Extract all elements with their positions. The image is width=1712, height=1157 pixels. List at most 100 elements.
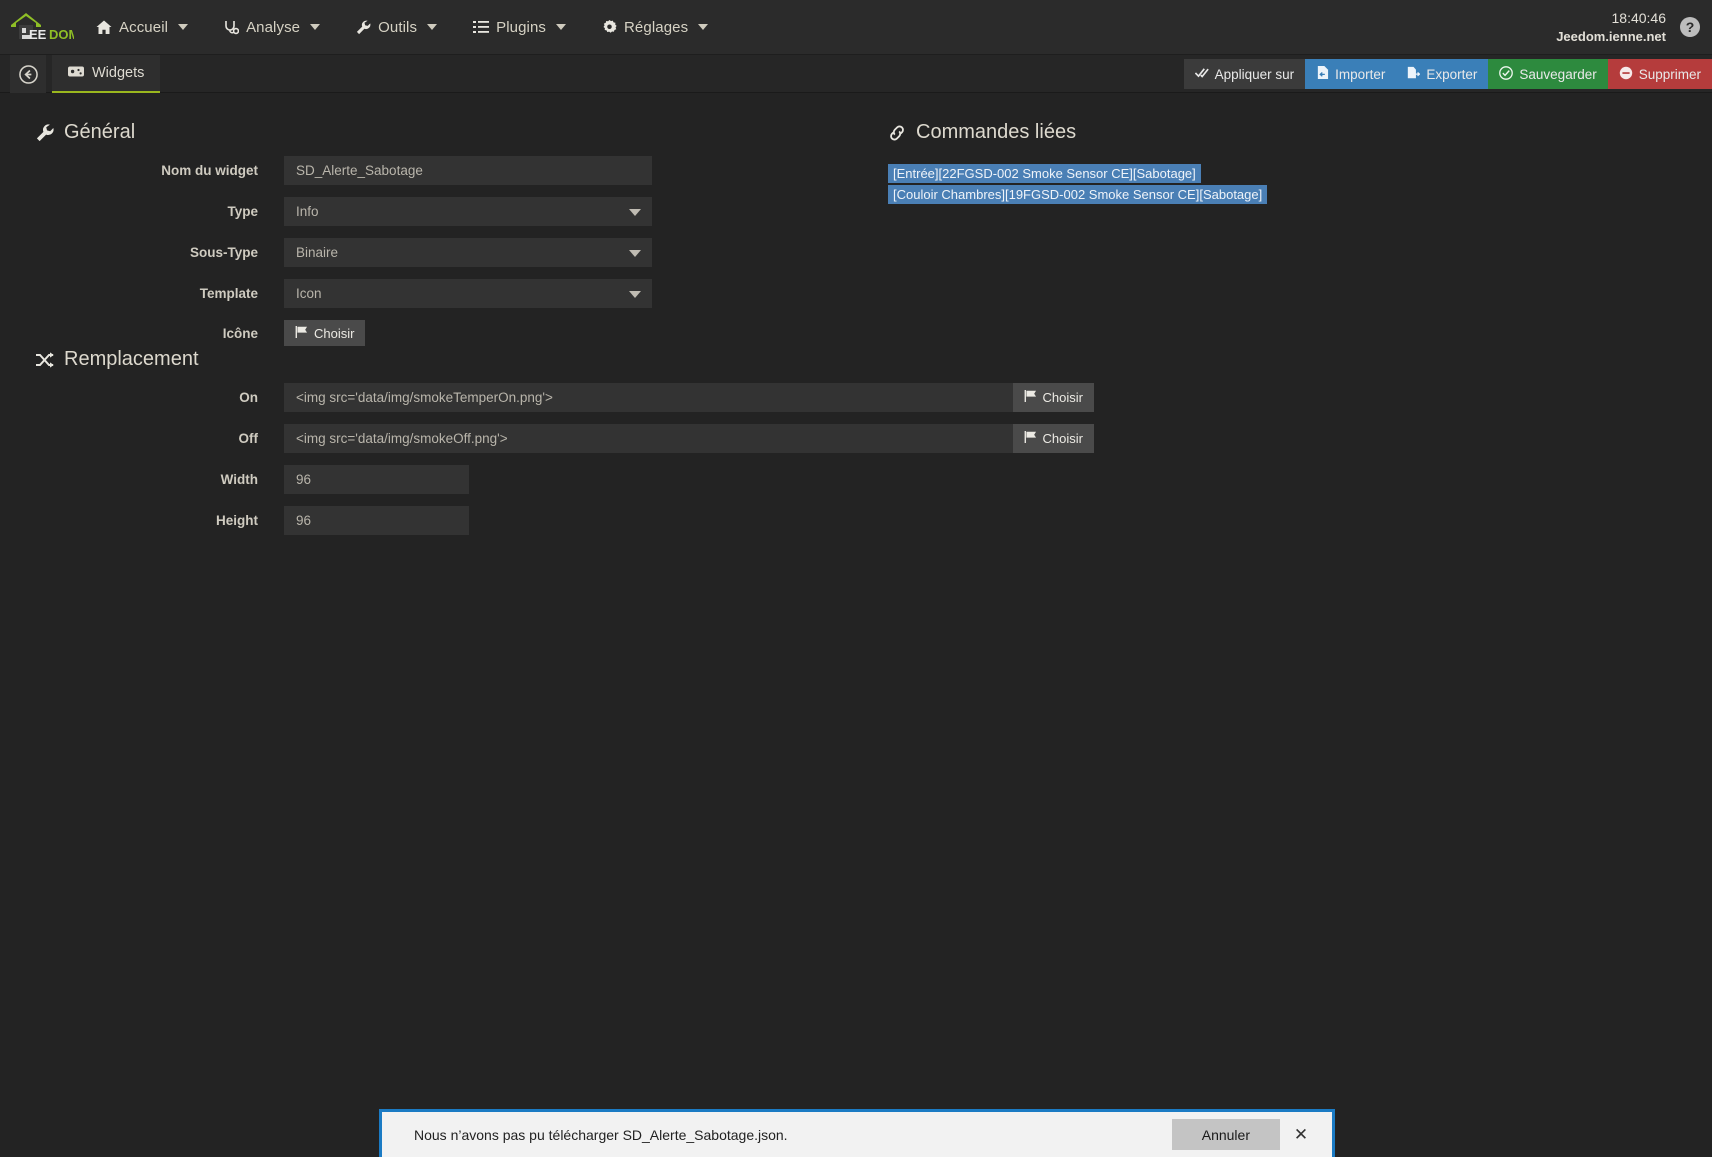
field-type bbox=[284, 197, 756, 226]
field-height bbox=[284, 506, 1116, 535]
row-subtype: Sous-Type bbox=[36, 238, 756, 267]
choose-on-image-button[interactable]: Choisir bbox=[1012, 383, 1094, 412]
widget-name-input[interactable] bbox=[284, 156, 652, 185]
on-value-input[interactable] bbox=[284, 383, 1013, 412]
label-template: Template bbox=[199, 286, 258, 301]
template-select[interactable] bbox=[284, 279, 652, 308]
top-navigation-bar: EE DOM Accueil Analyse Outils Plugins Ré… bbox=[0, 0, 1712, 55]
wrench-icon bbox=[356, 20, 371, 35]
menu-item-reglages[interactable]: Réglages bbox=[584, 0, 726, 55]
field-widget-name bbox=[284, 156, 756, 185]
replacement-legend: Remplacement bbox=[36, 348, 1116, 371]
type-select-wrapper[interactable] bbox=[284, 197, 652, 226]
minus-circle-icon bbox=[1619, 66, 1633, 83]
check-circle-icon bbox=[1499, 65, 1514, 83]
apply-to-button[interactable]: Appliquer sur bbox=[1183, 59, 1306, 89]
hostname-label: Jeedom.ienne.net bbox=[1556, 28, 1666, 44]
flag-icon bbox=[295, 325, 308, 341]
import-icon bbox=[1316, 66, 1329, 82]
label-icon: Icône bbox=[222, 325, 258, 341]
field-on: Choisir bbox=[284, 383, 1116, 412]
field-width bbox=[284, 465, 1116, 494]
export-icon bbox=[1407, 66, 1421, 82]
label-widget-name: Nom du widget bbox=[161, 163, 258, 178]
general-legend-label: Général bbox=[64, 121, 136, 143]
apply-to-label: Appliquer sur bbox=[1214, 66, 1295, 82]
section-general: Général Nom du widget Type Sous-Type bbox=[36, 121, 756, 346]
jeedom-logo-icon: EE DOM bbox=[11, 13, 74, 42]
topbar-right: 18:40:46 Jeedom.ienne.net ? bbox=[1556, 0, 1712, 55]
choose-icon-label: Choisir bbox=[314, 325, 355, 341]
menu-label-reglages: Réglages bbox=[624, 18, 689, 36]
menu-item-analyse[interactable]: Analyse bbox=[206, 0, 338, 55]
row-template: Template bbox=[36, 279, 756, 308]
field-template bbox=[284, 279, 756, 308]
linked-legend-label: Commandes liées bbox=[916, 121, 1077, 143]
label-subtype: Sous-Type bbox=[189, 245, 258, 260]
home-icon bbox=[96, 20, 112, 35]
help-icon[interactable]: ? bbox=[1680, 17, 1700, 37]
menu-label-plugins: Plugins bbox=[496, 18, 546, 36]
check-double-icon bbox=[1194, 67, 1209, 82]
sub-toolbar: Widgets Appliquer sur Importer Exporter bbox=[0, 55, 1712, 93]
field-subtype bbox=[284, 238, 756, 267]
menu-item-outils[interactable]: Outils bbox=[338, 0, 455, 55]
row-widget-name: Nom du widget bbox=[36, 156, 756, 185]
tab-bar: Widgets bbox=[52, 55, 161, 93]
clock-time: 18:40:46 bbox=[1611, 9, 1667, 26]
list-item[interactable]: [Couloir Chambres][19FGSD-002 Smoke Sens… bbox=[888, 185, 1268, 204]
linked-commands-list: [Entrée][22FGSD-002 Smoke Sensor CE][Sab… bbox=[888, 164, 1488, 206]
field-icon: Choisir bbox=[284, 320, 756, 346]
save-button[interactable]: Sauvegarder bbox=[1488, 59, 1608, 89]
flag-icon bbox=[1024, 390, 1037, 405]
row-type: Type bbox=[36, 197, 756, 226]
back-arrow-icon bbox=[18, 64, 38, 84]
section-linked-commands: Commandes liées [Entrée][22FGSD-002 Smok… bbox=[888, 121, 1488, 206]
row-off: Off Choisir bbox=[36, 424, 1116, 453]
height-input[interactable] bbox=[284, 506, 469, 535]
stethoscope-icon bbox=[224, 20, 240, 35]
download-notification-bar: Nous n’avons pas pu télécharger SD_Alert… bbox=[379, 1109, 1335, 1157]
export-label: Exporter bbox=[1426, 66, 1478, 82]
subtype-select-wrapper[interactable] bbox=[284, 238, 652, 267]
chevron-down-icon bbox=[556, 24, 566, 30]
menu-item-plugins[interactable]: Plugins bbox=[455, 0, 584, 55]
import-button[interactable]: Importer bbox=[1305, 59, 1397, 89]
flag-icon bbox=[1024, 431, 1037, 446]
gear-icon bbox=[602, 19, 617, 35]
chevron-down-icon bbox=[698, 24, 709, 30]
menu-item-accueil[interactable]: Accueil bbox=[78, 0, 206, 55]
section-replacement: Remplacement On Choisir Off bbox=[36, 348, 1116, 535]
list-item[interactable]: [Entrée][22FGSD-002 Smoke Sensor CE][Sab… bbox=[888, 164, 1201, 183]
on-input-group: Choisir bbox=[284, 383, 1094, 412]
subtype-select[interactable] bbox=[284, 238, 652, 267]
field-off: Choisir bbox=[284, 424, 1116, 453]
shuffle-icon bbox=[36, 351, 54, 368]
menu-label-outils: Outils bbox=[378, 18, 418, 36]
choose-icon-button[interactable]: Choisir bbox=[284, 320, 366, 346]
close-icon[interactable]: ✕ bbox=[1280, 1115, 1322, 1155]
row-height: Height bbox=[36, 506, 1116, 535]
off-value-input[interactable] bbox=[284, 424, 1013, 453]
main-menu: Accueil Analyse Outils Plugins Réglages bbox=[78, 0, 726, 55]
save-label: Sauvegarder bbox=[1519, 66, 1597, 82]
export-button[interactable]: Exporter bbox=[1396, 59, 1489, 89]
choose-off-image-button[interactable]: Choisir bbox=[1012, 424, 1094, 453]
jeedom-logo[interactable]: EE DOM bbox=[0, 0, 78, 55]
back-button[interactable] bbox=[10, 55, 46, 93]
svg-text:EE: EE bbox=[29, 27, 47, 42]
type-select[interactable] bbox=[284, 197, 652, 226]
delete-label: Supprimer bbox=[1638, 66, 1701, 82]
notification-cancel-button[interactable]: Annuler bbox=[1171, 1119, 1280, 1150]
width-input[interactable] bbox=[284, 465, 469, 494]
row-icon: Icône Choisir bbox=[36, 320, 756, 346]
tab-label-widgets: Widgets bbox=[92, 65, 145, 81]
delete-button[interactable]: Supprimer bbox=[1607, 59, 1712, 89]
label-height: Height bbox=[216, 513, 258, 528]
template-select-wrapper[interactable] bbox=[284, 279, 652, 308]
label-off: Off bbox=[238, 431, 259, 446]
label-type: Type bbox=[227, 204, 258, 219]
wrench-icon bbox=[36, 123, 54, 142]
tab-widgets[interactable]: Widgets bbox=[52, 55, 161, 93]
chevron-down-icon bbox=[427, 24, 438, 30]
